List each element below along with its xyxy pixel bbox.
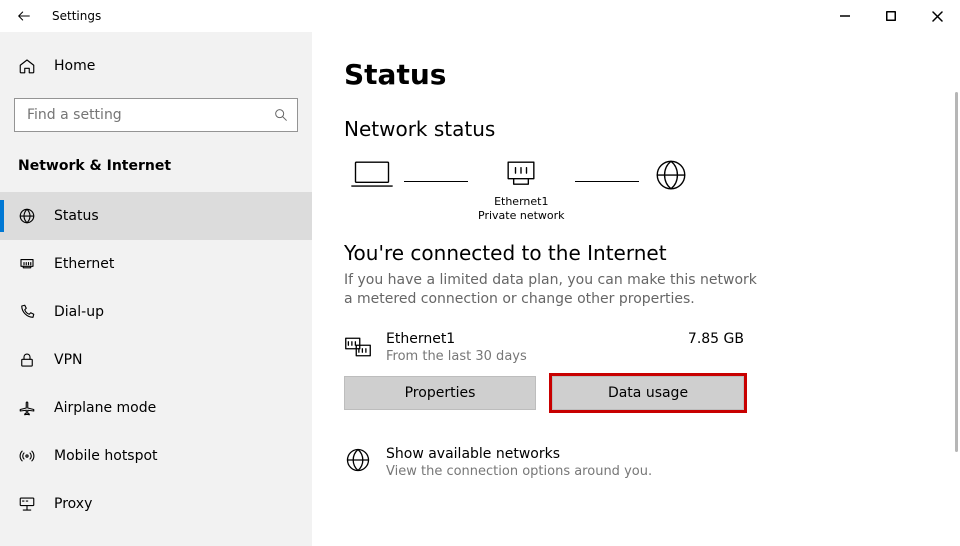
hotspot-icon [18, 447, 36, 465]
adapter-row: Ethernet1 From the last 30 days 7.85 GB [344, 331, 928, 364]
diagram-adapter-sub: Private network [478, 209, 565, 222]
search-input[interactable] [25, 106, 263, 124]
sidebar-item-label: Proxy [54, 496, 92, 512]
window-title: Settings [52, 9, 101, 23]
search-box[interactable] [14, 98, 298, 132]
properties-button[interactable]: Properties [344, 376, 536, 410]
show-networks-title: Show available networks [386, 446, 652, 462]
network-diagram: Ethernet1 Private network [350, 157, 928, 223]
arrow-left-icon [16, 8, 32, 24]
adapter-name: Ethernet1 [386, 331, 688, 347]
vpn-icon [18, 351, 36, 369]
maximize-button[interactable] [868, 0, 914, 32]
status-icon [18, 207, 36, 225]
sidebar: Home Network & Internet Status [0, 32, 312, 546]
dialup-icon [18, 303, 36, 321]
diagram-line [575, 181, 639, 182]
sidebar-item-proxy[interactable]: Proxy [0, 480, 312, 528]
sidebar-category: Network & Internet [0, 140, 312, 192]
page-title: Status [344, 58, 928, 91]
show-networks-sub: View the connection options around you. [386, 464, 652, 479]
maximize-icon [886, 11, 896, 21]
sidebar-item-label: Mobile hotspot [54, 448, 158, 464]
adapter-buttons: Properties Data usage [344, 376, 928, 410]
sidebar-home-label: Home [54, 58, 95, 74]
search-icon [273, 107, 289, 123]
section-title: Network status [344, 117, 928, 141]
globe-net-icon [344, 446, 372, 474]
show-networks-link[interactable]: Show available networks View the connect… [344, 446, 928, 479]
sidebar-item-hotspot[interactable]: Mobile hotspot [0, 432, 312, 480]
home-icon [18, 57, 36, 75]
connected-title: You're connected to the Internet [344, 241, 928, 265]
adapter-icon [499, 157, 543, 193]
minimize-button[interactable] [822, 0, 868, 32]
ethernet-adapter-icon [344, 335, 372, 359]
globe-icon [649, 157, 693, 193]
sidebar-item-label: Ethernet [54, 256, 114, 272]
connected-desc: If you have a limited data plan, you can… [344, 271, 764, 309]
diagram-adapter-label: Ethernet1 [494, 195, 548, 208]
ethernet-icon [18, 255, 36, 273]
adapter-sub: From the last 30 days [386, 349, 688, 364]
adapter-usage: 7.85 GB [688, 331, 744, 347]
data-usage-button[interactable]: Data usage [552, 376, 744, 410]
close-icon [932, 11, 943, 22]
sidebar-item-dialup[interactable]: Dial-up [0, 288, 312, 336]
sidebar-item-label: VPN [54, 352, 83, 368]
sidebar-item-airplane[interactable]: Airplane mode [0, 384, 312, 432]
main-content: Status Network status Ethernet1 Private [312, 32, 960, 546]
sidebar-home[interactable]: Home [0, 46, 312, 86]
sidebar-item-status[interactable]: Status [0, 192, 312, 240]
sidebar-item-ethernet[interactable]: Ethernet [0, 240, 312, 288]
back-button[interactable] [8, 0, 40, 32]
minimize-icon [840, 11, 850, 21]
sidebar-item-label: Status [54, 208, 99, 224]
diagram-line [404, 181, 468, 182]
sidebar-item-label: Airplane mode [54, 400, 156, 416]
sidebar-item-label: Dial-up [54, 304, 104, 320]
close-button[interactable] [914, 0, 960, 32]
computer-icon [350, 157, 394, 193]
proxy-icon [18, 495, 36, 513]
sidebar-item-vpn[interactable]: VPN [0, 336, 312, 384]
airplane-icon [18, 399, 36, 417]
sidebar-nav: Status Ethernet Dial-up [0, 192, 312, 528]
